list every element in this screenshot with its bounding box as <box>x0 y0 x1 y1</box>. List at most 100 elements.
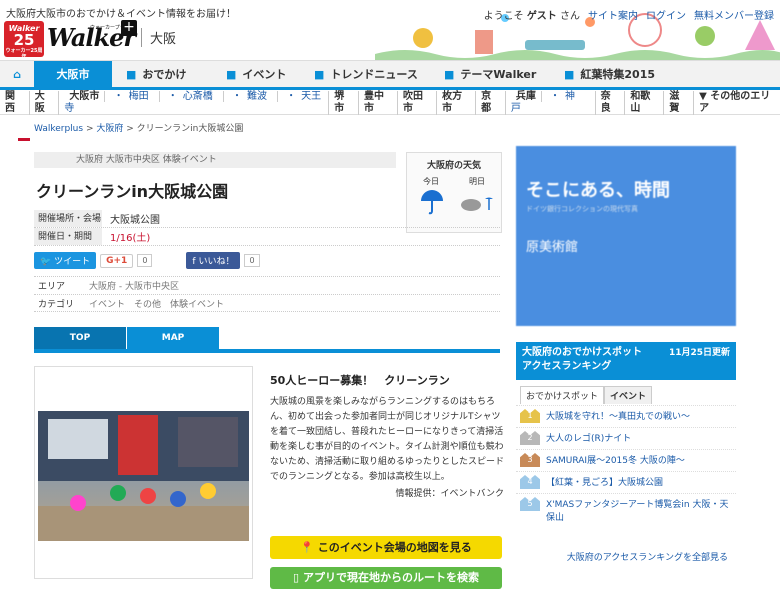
area-shinsaibashi[interactable]: ・心斎橋 <box>159 91 224 102</box>
tab-event[interactable]: イベント <box>604 386 653 404</box>
area-extra: 梅田 <box>128 91 149 102</box>
bullet-icon: ■ <box>126 68 137 81</box>
breadcrumb-home[interactable]: Walkerplus <box>34 124 83 134</box>
ranking-item[interactable]: 4 【紅葉・見ごろ】大阪城公園 <box>516 471 736 493</box>
area-value[interactable]: 大阪府 - 大阪市中央区 <box>89 279 179 292</box>
area-umeda[interactable]: ・梅田 <box>105 91 160 102</box>
area-kyoto[interactable]: 京都 <box>476 91 506 115</box>
description-title: 50人ヒーロー募集！ クリーンラン <box>270 374 450 387</box>
tab-odekake-spot[interactable]: おでかけスポット <box>520 386 605 404</box>
route-button[interactable]: ▯ アプリで現在地からのルートを検索 <box>270 567 502 589</box>
crown-icon: 4 <box>520 475 540 489</box>
nav-item-koyo[interactable]: ■ 紅葉特集2015 <box>550 61 670 88</box>
tweet-label: ツイート <box>54 257 91 267</box>
ranking-tabs: おでかけスポット イベント <box>520 386 653 404</box>
event-info-table: 開催場所・会場 大阪城公園 開催日・期間 1/16(土) <box>34 210 500 246</box>
area-suita[interactable]: 吹田市 <box>398 91 438 115</box>
event-category-line: 大阪府 大阪市中央区 体験イベント <box>34 152 396 168</box>
area-hyogo[interactable]: 兵庫 ・神戸 <box>506 91 596 115</box>
area-sakai[interactable]: 堺市 <box>329 91 359 115</box>
crown-icon: 1 <box>520 409 540 423</box>
breadcrumb-current: クリーンランin大阪城公園 <box>136 124 244 134</box>
welcome-user: ゲスト <box>526 11 557 22</box>
advertisement-banner[interactable]: そこにある、時間 ドイツ銀行コレクションの現代写真 原美術館 <box>516 146 736 326</box>
ranking-list: 1 大阪城を守れ！～真田丸での戦い～ 2 大人のレゴ(R)ナイト 3 SAMURAI展… <box>516 405 736 523</box>
bullet-icon: ■ <box>226 68 237 81</box>
area-wakayama[interactable]: 和歌山 <box>625 91 665 115</box>
ranking-item[interactable]: 5 X'MASファンタジーアート博覧会in 大阪・天保山 <box>516 493 736 523</box>
description-source: 情報提供：イベントバンク <box>395 489 504 499</box>
route-button-label: アプリで現在地からのルートを検索 <box>302 571 479 584</box>
ranking-item-label: SAMURAI展～2015冬 大阪の陣～ <box>546 456 685 466</box>
walker-logo[interactable]: Walker 25 ウォーカー25周年 Walker ウォーカープラス + <box>4 20 137 60</box>
area-label: エリア <box>38 282 66 292</box>
ranking-title-2: アクセスランキング <box>522 361 612 372</box>
area-kansai[interactable]: 関西 <box>0 91 30 115</box>
top-links: ようこそ ゲスト さん サイト案内 ログイン 無料メンバー登録 <box>484 7 774 22</box>
breadcrumb: Walkerplus > 大阪府 > クリーンランin大阪城公園 <box>34 124 244 134</box>
area-toyonaka[interactable]: 豊中市 <box>359 91 399 115</box>
area-extra: 心斎橋 <box>182 91 213 102</box>
map-button-label: このイベント会場の地図を見る <box>317 541 472 554</box>
ranking-all-link[interactable]: 大阪府のアクセスランキングを全部見る <box>516 550 728 563</box>
weather-tomorrow-label: 明日 <box>469 177 485 186</box>
category-value[interactable]: イベント その他 体験イベント <box>89 297 224 310</box>
site-guide-link[interactable]: サイト案内 <box>588 7 638 22</box>
photo-illustration <box>38 411 249 541</box>
area-shiga[interactable]: 滋賀 <box>664 91 695 115</box>
anniversary-badge: Walker 25 ウォーカー25周年 <box>4 21 44 60</box>
like-button[interactable]: f いいね！ <box>186 252 241 269</box>
area-namba[interactable]: ・難波 <box>223 91 278 102</box>
area-hirakata[interactable]: 枚方市 <box>437 91 477 115</box>
nav-item-trend[interactable]: ■ トレンドニュース <box>300 61 430 88</box>
ranking-item-label: X'MASファンタジーアート博覧会in 大阪・天保山 <box>546 500 729 523</box>
venue-row: 開催場所・会場 大阪城公園 <box>34 210 500 228</box>
event-photo[interactable] <box>38 411 249 541</box>
ranking-item[interactable]: 1 大阪城を守れ！～真田丸での戦い～ <box>516 405 736 427</box>
category-label: カテゴリ <box>38 299 75 310</box>
facebook-icon: f <box>192 257 196 267</box>
map-pin-icon: 📍 <box>300 541 314 554</box>
page-title: クリーンランin大阪城公園 <box>36 182 229 201</box>
nav-item-osaka-city[interactable]: 大阪市 <box>34 61 112 88</box>
area-more[interactable]: ▼ その他のエリア <box>694 91 780 115</box>
ranking-item[interactable]: 2 大人のレゴ(R)ナイト <box>516 427 736 449</box>
area-osaka[interactable]: 大阪 <box>30 91 60 115</box>
area-osaka-city[interactable]: 大阪市 ・梅田 ・心斎橋 ・難波 ・天王寺 <box>59 91 330 115</box>
bullet-icon: ■ <box>564 68 575 81</box>
description-body: 大阪城の風景を楽しみながらランニングするのはもちろん、初めて出会った参加者同士が… <box>270 397 505 482</box>
area-label: 兵庫 <box>510 91 542 102</box>
city-name: 大阪 <box>141 28 176 47</box>
bullet-icon: ■ <box>314 68 325 81</box>
area-nara[interactable]: 奈良 <box>596 91 626 115</box>
ranking-item-label: 大阪城を守れ！～真田丸での戦い～ <box>546 412 691 422</box>
main-nav: ⌂ 大阪市 ■ おでかけ ■ イベント ■ トレンドニュース ■ テーマWalker ■… <box>0 60 780 90</box>
event-meta: エリア 大阪府 - 大阪市中央区 カテゴリ イベント その他 体験イベント <box>34 276 500 312</box>
date-label: 開催日・期間 <box>34 228 102 245</box>
venue-value: 大阪城公園 <box>110 215 160 226</box>
map-button[interactable]: 📍 このイベント会場の地図を見る <box>270 536 502 559</box>
ranking-header: 大阪府のおでかけスポット アクセスランキング 11月25日更新 <box>516 342 736 380</box>
nav-item-odekake[interactable]: ■ おでかけ <box>112 61 212 88</box>
tab-map[interactable]: MAP <box>127 327 219 349</box>
nav-item-theme[interactable]: ■ テーマWalker <box>430 61 550 88</box>
breadcrumb-pref[interactable]: 大阪府 <box>96 124 123 134</box>
event-tabs: TOP MAP <box>34 327 500 353</box>
ranking-item[interactable]: 3 SAMURAI展～2015冬 大阪の陣～ <box>516 449 736 471</box>
login-link[interactable]: ログイン <box>646 7 686 22</box>
nav-label: 紅葉特集2015 <box>580 68 656 81</box>
like-count: 0 <box>244 254 260 267</box>
register-link[interactable]: 無料メンバー登録 <box>694 7 774 22</box>
area-row: エリア 大阪府 - 大阪市中央区 <box>34 276 500 294</box>
tab-top[interactable]: TOP <box>34 327 126 349</box>
area-nav: 関西 大阪 大阪市 ・梅田 ・心斎橋 ・難波 ・天王寺 堺市 豊中市 吹田市 枚… <box>0 91 780 115</box>
crown-icon: 3 <box>520 453 540 467</box>
phone-icon: ▯ <box>293 571 300 584</box>
nav-item-event[interactable]: ■ イベント <box>212 61 300 88</box>
ad-subline: ドイツ銀行コレクションの現代写真 <box>526 205 638 213</box>
ad-museum: 原美術館 <box>526 240 579 255</box>
tweet-button[interactable]: 🐦 ツイート <box>34 252 97 269</box>
gplus-button[interactable]: G+1 <box>100 253 134 268</box>
home-icon[interactable]: ⌂ <box>0 61 34 88</box>
date-row: 開催日・期間 1/16(土) <box>34 228 500 246</box>
